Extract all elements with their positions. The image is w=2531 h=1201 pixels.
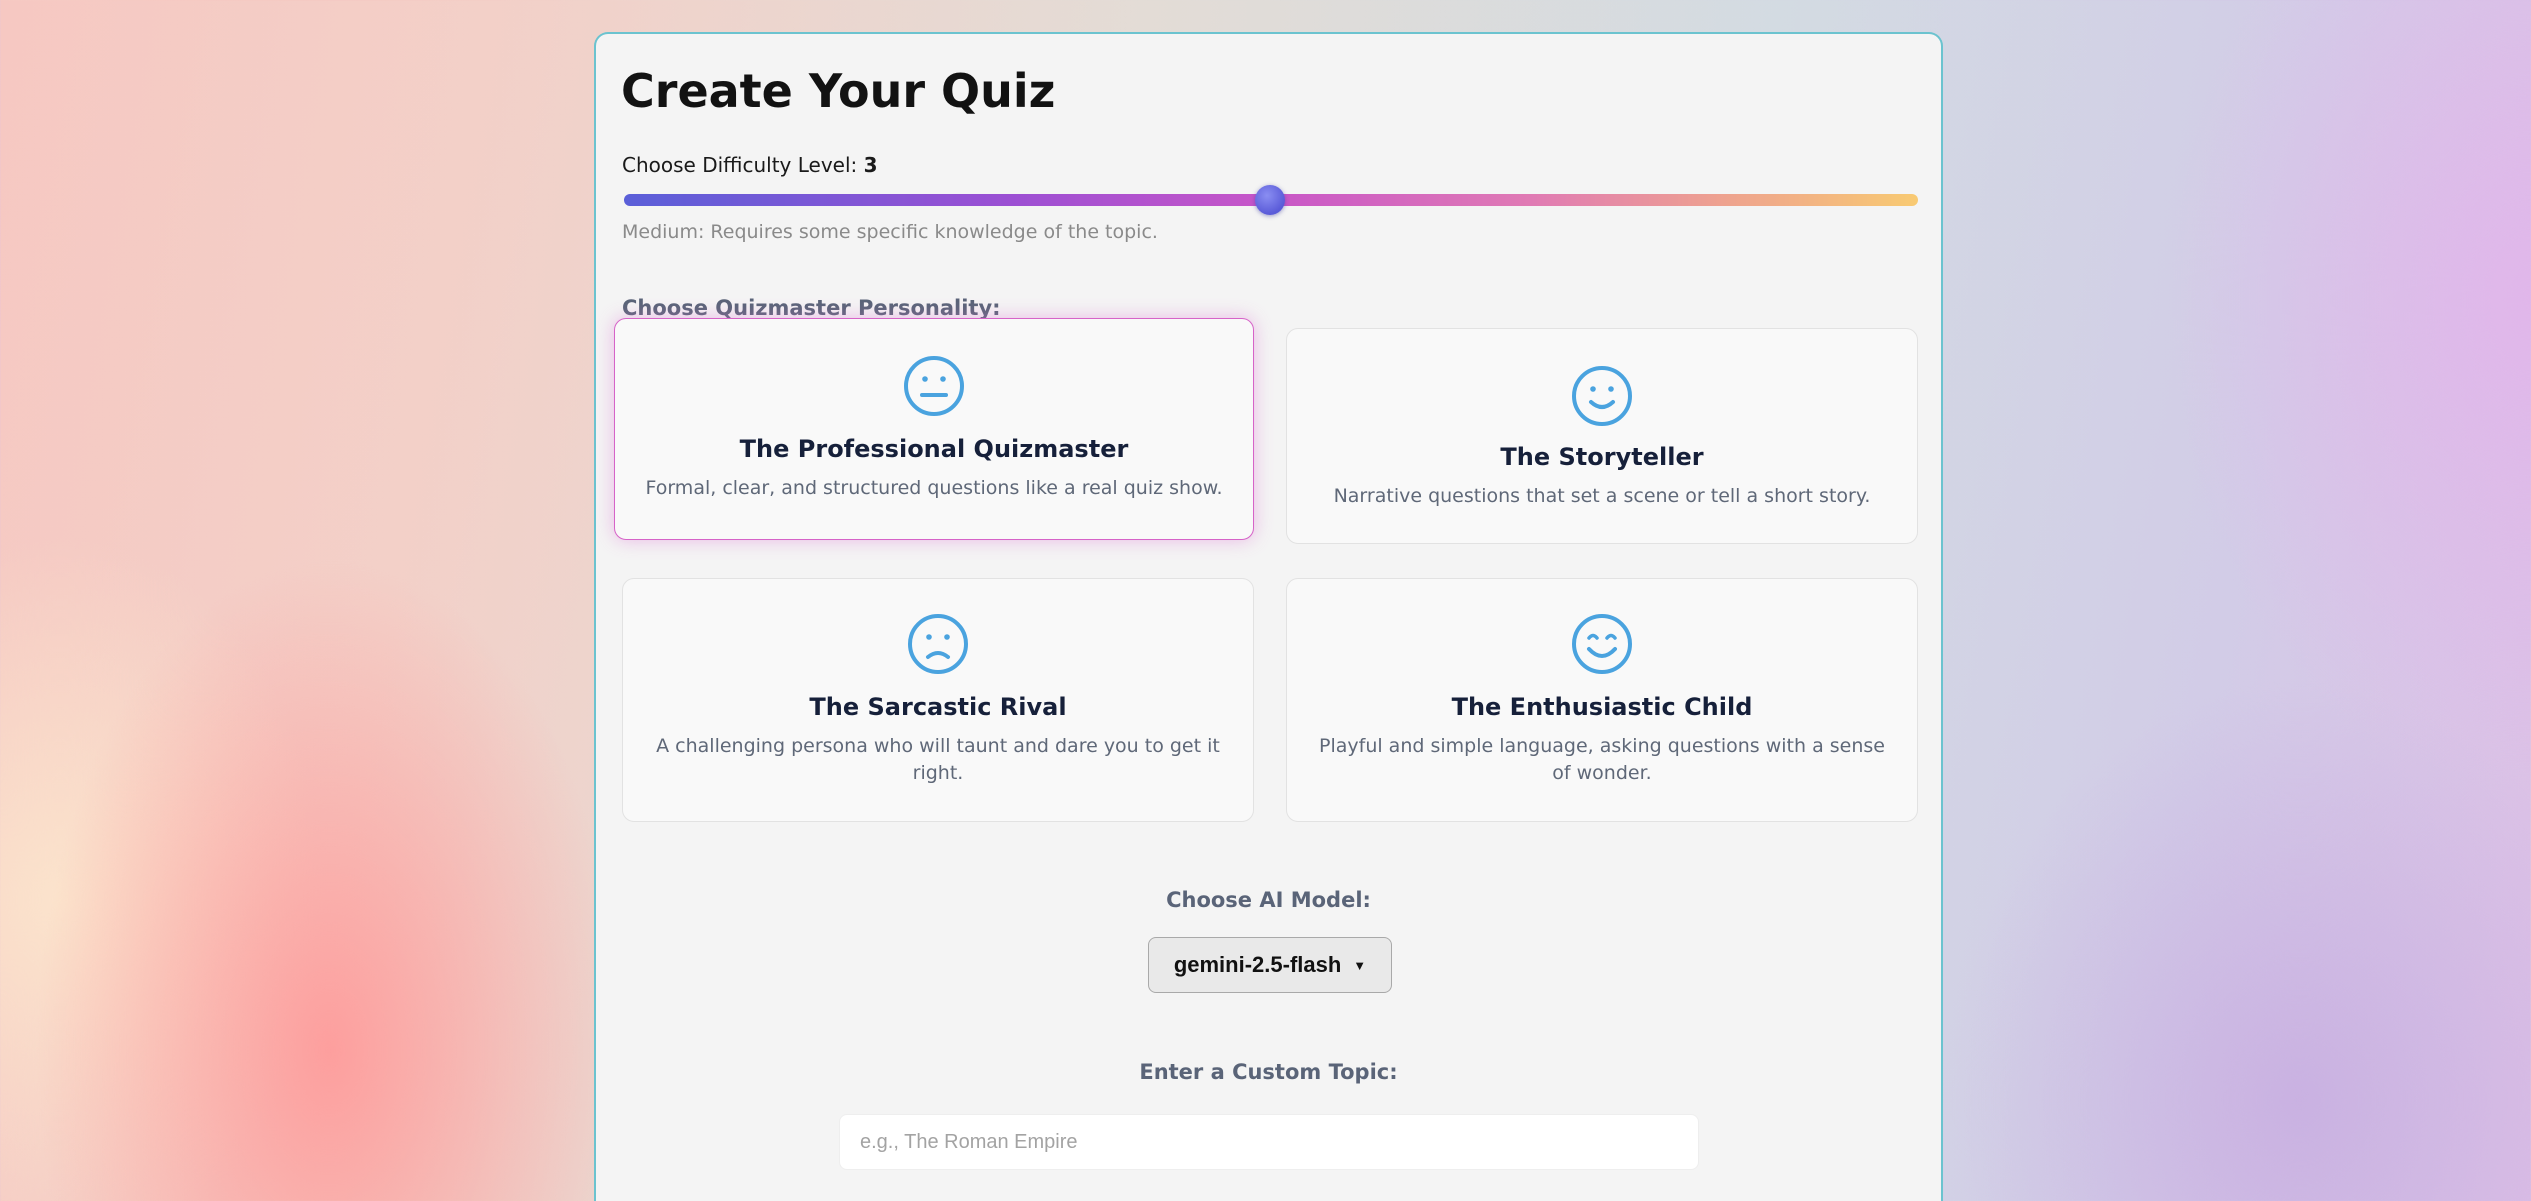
persona-title: The Sarcastic Rival bbox=[809, 693, 1067, 721]
quiz-setup-card: Create Your Quiz Choose Difficulty Level… bbox=[594, 32, 1943, 1201]
model-section-label: Choose AI Model: bbox=[1166, 888, 1371, 912]
model-selected-value: gemini-2.5-flash bbox=[1173, 952, 1342, 977]
difficulty-value: 3 bbox=[863, 153, 878, 177]
neutral-face-icon bbox=[904, 356, 964, 416]
persona-card-storyteller[interactable]: The Storyteller Narrative questions that… bbox=[1286, 328, 1918, 544]
difficulty-label: Choose Difficulty Level: 3 bbox=[622, 153, 878, 177]
happy-face-icon bbox=[1572, 614, 1632, 674]
persona-description: Narrative questions that set a scene or … bbox=[1333, 485, 1871, 507]
persona-description: A challenging persona who will taunt and… bbox=[656, 735, 1220, 784]
topic-input[interactable] bbox=[839, 1114, 1699, 1170]
persona-card-professional[interactable]: The Professional Quizmaster Formal, clea… bbox=[614, 318, 1254, 540]
persona-description: Formal, clear, and structured questions … bbox=[645, 477, 1223, 499]
smile-face-icon bbox=[1572, 366, 1632, 426]
persona-description: Playful and simple language, asking ques… bbox=[1319, 735, 1885, 784]
difficulty-description: Medium: Requires some specific knowledge… bbox=[622, 221, 1158, 243]
difficulty-slider-thumb[interactable] bbox=[1255, 185, 1285, 215]
persona-card-sarcastic[interactable]: The Sarcastic Rival A challenging person… bbox=[622, 578, 1254, 822]
persona-title: The Enthusiastic Child bbox=[1451, 693, 1753, 721]
model-select[interactable]: gemini-2.5-flash ▼ bbox=[1148, 937, 1392, 993]
page-title: Create Your Quiz bbox=[621, 64, 1056, 118]
personality-section-label: Choose Quizmaster Personality: bbox=[622, 296, 1001, 320]
persona-card-enthusiastic[interactable]: The Enthusiastic Child Playful and simpl… bbox=[1286, 578, 1918, 822]
persona-title: The Professional Quizmaster bbox=[739, 435, 1129, 463]
sad-face-icon bbox=[908, 614, 968, 674]
topic-section-label: Enter a Custom Topic: bbox=[1139, 1060, 1398, 1084]
persona-title: The Storyteller bbox=[1500, 443, 1704, 471]
chevron-down-icon: ▼ bbox=[1353, 957, 1367, 973]
difficulty-label-text: Choose Difficulty Level: bbox=[622, 153, 858, 177]
